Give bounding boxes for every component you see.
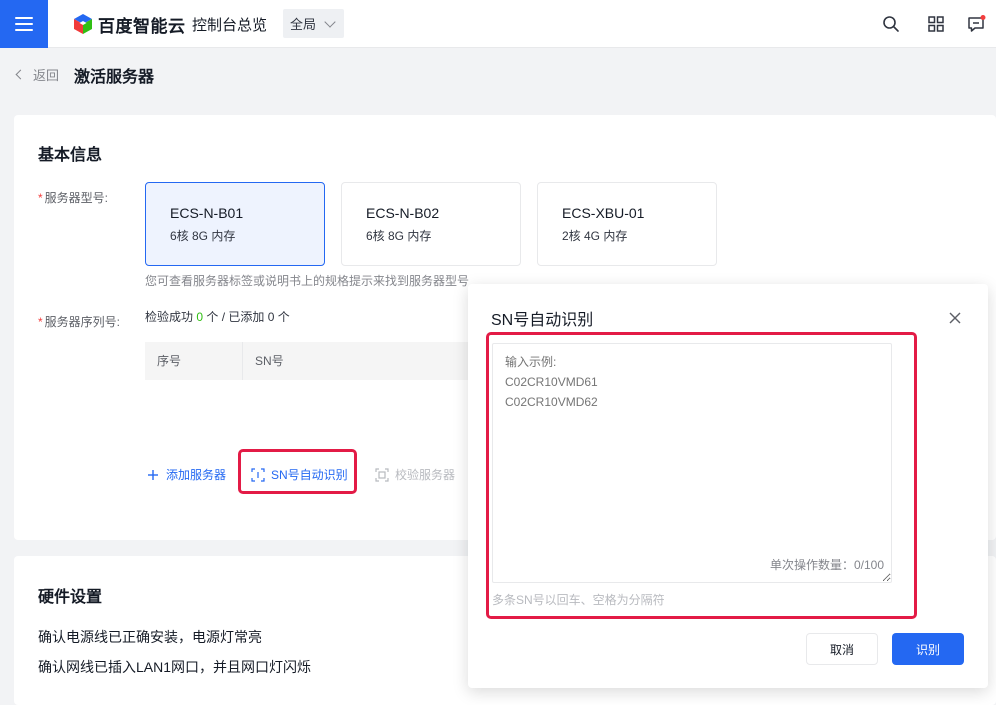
close-icon[interactable] <box>948 311 962 325</box>
back-link[interactable]: 返回 <box>15 65 60 84</box>
chevron-left-icon <box>15 69 26 80</box>
column-header-index: 序号 <box>145 342 243 380</box>
spec-card-ecs-n-b01[interactable]: ECS-N-B01 6核 8G 内存 <box>145 182 325 266</box>
message-icon[interactable] <box>966 14 986 34</box>
menu-icon <box>15 17 33 31</box>
top-bar: 百度智能云 控制台总览 全局 <box>0 0 996 48</box>
hardware-title: 硬件设置 <box>38 589 103 606</box>
spec-name: ECS-XBU-01 <box>562 205 645 221</box>
hardware-check-network: 确认网线已插入LAN1网口，并且网口灯闪烁 <box>38 659 312 675</box>
dialog-title: SN号自动识别 <box>491 312 594 329</box>
verify-server-button[interactable]: 校验服务器 <box>375 466 455 483</box>
console-overview-link[interactable]: 控制台总览 <box>192 14 267 35</box>
hardware-check-power: 确认电源线已正确安装，电源灯常亮 <box>38 629 262 645</box>
column-header-sn: SN号 <box>255 354 284 368</box>
verify-scan-icon <box>375 467 389 482</box>
plus-icon <box>148 469 158 480</box>
scope-value: 全局 <box>290 17 317 32</box>
page-title: 激活服务器 <box>74 69 155 86</box>
spec-card-ecs-xbu-01[interactable]: ECS-XBU-01 2核 4G 内存 <box>537 182 717 266</box>
spec-desc: 6核 8G 内存 <box>366 229 432 243</box>
app-grid-icon[interactable] <box>926 14 946 34</box>
baidu-cloud-logo-icon <box>74 14 92 34</box>
server-sn-label: * 服务器序列号: <box>38 315 121 329</box>
search-icon[interactable] <box>881 14 901 34</box>
cancel-button[interactable]: 取消 <box>806 633 878 665</box>
chevron-down-icon <box>324 15 336 28</box>
scope-select[interactable]: 全局 <box>283 9 344 38</box>
spec-name: ECS-N-B01 <box>170 205 244 221</box>
menu-button[interactable] <box>0 0 48 48</box>
add-server-button[interactable]: 添加服务器 <box>147 466 226 483</box>
logo[interactable]: 百度智能云 <box>72 12 186 36</box>
basic-info-title: 基本信息 <box>38 147 103 164</box>
server-model-label: * 服务器型号: <box>38 191 109 205</box>
recognize-button[interactable]: 识别 <box>892 633 964 665</box>
spec-desc: 6核 8G 内存 <box>170 229 236 243</box>
model-hint: 您可查看服务器标签或说明书上的规格提示来找到服务器型号 <box>145 274 470 288</box>
verify-status: 检验成功 0 个 / 已添加 0 个 <box>145 310 290 324</box>
spec-name: ECS-N-B02 <box>366 205 440 221</box>
spec-desc: 2核 4G 内存 <box>562 229 628 243</box>
logo-text: 百度智能云 <box>98 16 186 36</box>
spec-card-ecs-n-b02[interactable]: ECS-N-B02 6核 8G 内存 <box>341 182 521 266</box>
back-label: 返回 <box>33 68 60 83</box>
highlight-box-sn-button <box>238 449 357 494</box>
highlight-box-sn-input <box>486 332 917 619</box>
